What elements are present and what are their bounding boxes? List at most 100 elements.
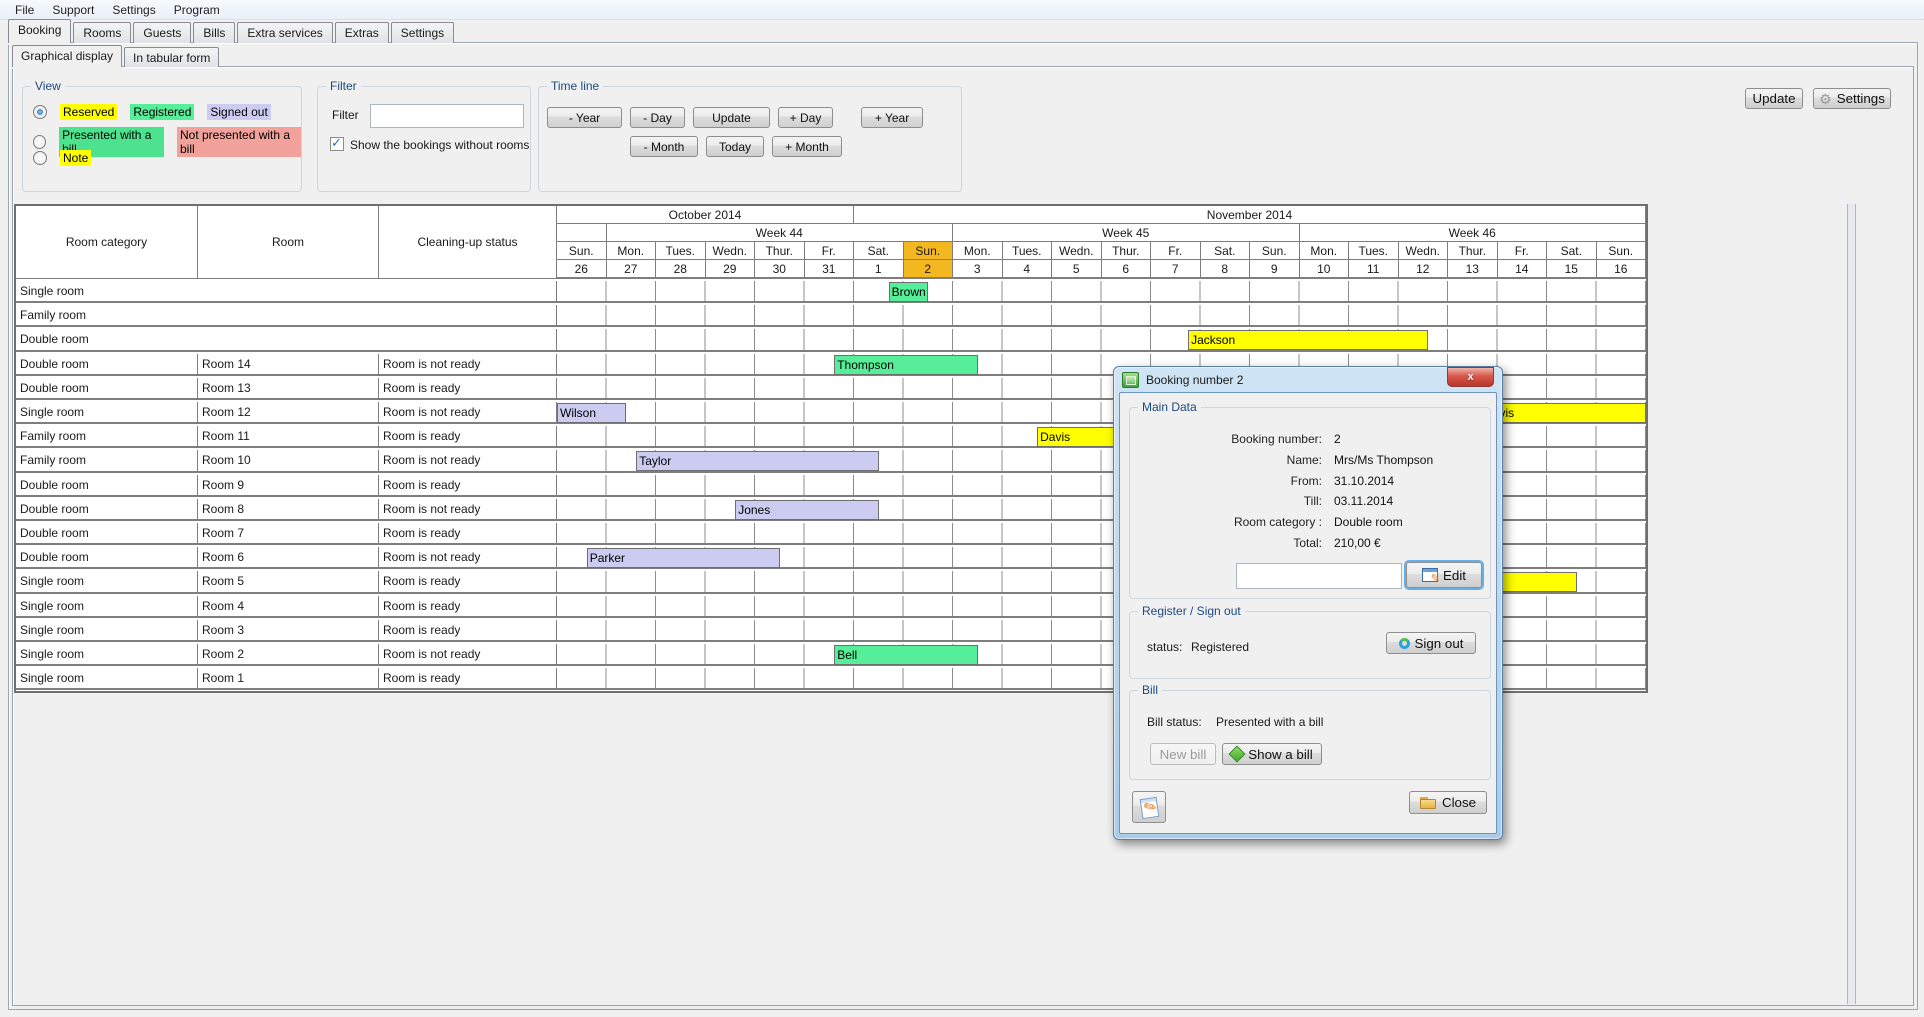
timeline-button-update[interactable]: Update [693, 107, 770, 128]
day-number-header: 10 [1300, 260, 1350, 279]
view-option-row: Note [33, 150, 91, 166]
main-data-field-row: From:31.10.2014 [1130, 474, 1490, 492]
show-a-bill-button[interactable]: Show a bill [1222, 743, 1322, 765]
edit-button-label: Edit [1443, 568, 1466, 583]
day-number-header: 2 [904, 260, 954, 279]
menu-item-settings[interactable]: Settings [103, 1, 164, 19]
cell-room-category: Double room [16, 354, 198, 374]
cell-room: Room 4 [198, 596, 379, 616]
show-bookings-checkbox[interactable] [330, 137, 344, 151]
tab-extra-services[interactable]: Extra services [237, 22, 332, 43]
timeline-row2: - Month Today + Month [630, 136, 842, 157]
filter-input[interactable] [370, 104, 524, 128]
booking-bar-jackson[interactable]: Jackson [1188, 330, 1428, 350]
field-label: Till: [1130, 494, 1322, 508]
timeline-button-month[interactable]: + Month [772, 136, 842, 157]
column-header-room-category: Room category [16, 206, 198, 279]
cell-room-category: Single room [16, 402, 198, 422]
field-label: Booking number: [1130, 432, 1322, 446]
timeline-button--month[interactable]: - Month [630, 136, 698, 157]
legend-signed-out: Signed out [207, 104, 270, 120]
menu-item-support[interactable]: Support [43, 1, 103, 19]
booking-bar-parker[interactable]: Parker [587, 548, 780, 568]
booking-bar-thompson[interactable]: Thompson [834, 355, 978, 375]
booking-bar-taylor[interactable]: Taylor [636, 451, 879, 471]
cell-room: Room 5 [198, 571, 379, 591]
edit-button[interactable]: Edit [1406, 562, 1482, 588]
register-groupbox-title: Register / Sign out [1138, 604, 1245, 618]
subtab-in-tabular-form[interactable]: In tabular form [124, 47, 219, 67]
vertical-scrollbar[interactable] [1847, 204, 1856, 1004]
menu-item-file[interactable]: File [6, 1, 43, 19]
view-radio[interactable] [33, 135, 46, 149]
tab-settings[interactable]: Settings [391, 22, 454, 43]
day-number-header: 1 [854, 260, 904, 279]
column-header-room: Room [198, 206, 379, 279]
field-label: Total: [1130, 536, 1322, 550]
day-number-header: 26 [557, 260, 607, 279]
view-radio[interactable] [33, 105, 47, 119]
day-name-header: Sun. [1597, 242, 1647, 260]
tab-booking[interactable]: Booking [8, 19, 71, 43]
day-name-header: Tues. [656, 242, 706, 260]
dialog-close-icon[interactable]: x [1447, 367, 1494, 387]
timeline-button--day[interactable]: - Day [630, 107, 685, 128]
day-grid-area [557, 305, 1646, 325]
main-tab-bar: BookingRoomsGuestsBillsExtra servicesExt… [8, 21, 456, 43]
cell-room: Room 8 [198, 499, 379, 519]
dialog-titlebar[interactable]: Booking number 2 [1122, 372, 1243, 388]
booking-bar-bell[interactable]: Bell [834, 645, 978, 665]
booking-bar-jones[interactable]: Jones [735, 500, 879, 520]
cell-room-category: Family room [16, 450, 198, 470]
cell-room: Room 14 [198, 354, 379, 374]
day-name-header: Fr. [1498, 242, 1548, 260]
timeline-button-today[interactable]: Today [706, 136, 764, 157]
timeline-button-year[interactable]: + Year [861, 107, 923, 128]
tab-bills[interactable]: Bills [193, 22, 235, 43]
settings-button-label: Settings [1837, 91, 1885, 106]
field-label: Room category : [1130, 515, 1322, 529]
filter-checkbox-row[interactable]: Show the bookings without rooms [330, 137, 529, 152]
settings-button[interactable]: ⚙Settings [1813, 88, 1891, 109]
day-number-header: 15 [1547, 260, 1597, 279]
day-name-header: Mon. [607, 242, 657, 260]
cell-room-category: Double room [16, 499, 198, 519]
sign-out-button-label: Sign out [1415, 636, 1464, 651]
new-bill-button[interactable]: New bill [1150, 743, 1216, 765]
day-name-header: Thur. [1102, 242, 1152, 260]
timeline-button-day[interactable]: + Day [778, 107, 833, 128]
week-header [557, 224, 607, 242]
show-a-bill-label: Show a bill [1248, 747, 1312, 762]
note-button[interactable] [1132, 791, 1166, 823]
cell-room: Room 2 [198, 644, 379, 664]
close-button[interactable]: Close [1409, 791, 1487, 814]
tab-extras[interactable]: Extras [335, 22, 389, 43]
field-value: 2 [1334, 432, 1341, 446]
room-input[interactable] [1236, 563, 1402, 589]
cell-cleaning-status: Room is ready [379, 426, 557, 446]
booking-bar-davis[interactable]: Davis [1481, 403, 1646, 423]
day-name-header: Sun. [1250, 242, 1300, 260]
sign-out-button[interactable]: Sign out [1386, 632, 1476, 654]
filter-groupbox-title: Filter [326, 79, 361, 93]
booking-bar-wilson[interactable]: Wilson [557, 403, 626, 423]
update-button[interactable]: Update [1745, 88, 1803, 109]
day-name-header: Tues. [1003, 242, 1053, 260]
view-radio[interactable] [33, 151, 47, 165]
register-status-value: Registered [1191, 640, 1249, 654]
tab-rooms[interactable]: Rooms [73, 22, 131, 43]
timeline-button--year[interactable]: - Year [547, 107, 622, 128]
tab-guests[interactable]: Guests [133, 22, 191, 43]
menu-item-program[interactable]: Program [165, 1, 229, 19]
day-number-header: 27 [607, 260, 657, 279]
subtab-graphical-display[interactable]: Graphical display [12, 45, 122, 67]
day-name-header: Tues. [1349, 242, 1399, 260]
show-bookings-label: Show the bookings without rooms [350, 138, 529, 152]
view-option-row: ReservedRegisteredSigned out [33, 104, 271, 120]
view-groupbox-title: View [31, 79, 65, 93]
cell-cleaning-status: Room is ready [379, 523, 557, 543]
cell-room: Room 1 [198, 668, 379, 688]
day-number-header: 8 [1201, 260, 1251, 279]
main-data-title: Main Data [1138, 400, 1201, 414]
booking-bar-brown[interactable]: Brown [889, 282, 929, 302]
